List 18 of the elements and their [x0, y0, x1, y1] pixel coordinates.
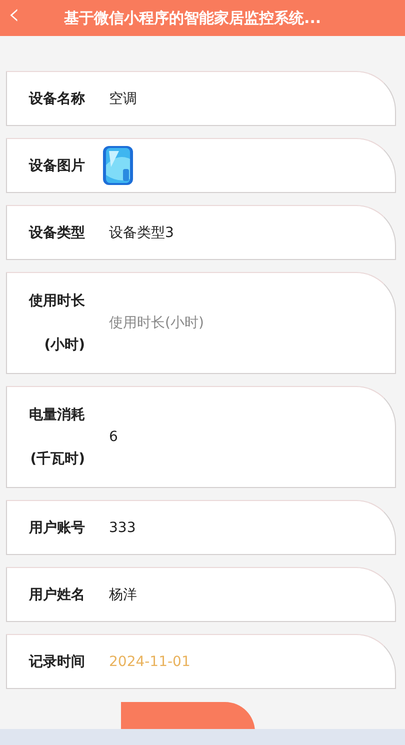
- field-label: 设备图片: [28, 156, 85, 176]
- field-label: 记录时间: [28, 652, 85, 672]
- field-value: 设备类型3: [109, 224, 174, 242]
- field-value: 杨洋: [109, 586, 137, 604]
- back-icon[interactable]: ‹: [0, 0, 38, 30]
- submit-button[interactable]: [121, 702, 255, 732]
- field-value: 6: [109, 429, 118, 445]
- date-value[interactable]: 2024-11-01: [109, 654, 190, 670]
- field-label: 用户姓名: [28, 586, 85, 604]
- field-label: 设备名称: [28, 90, 85, 108]
- input-field[interactable]: 使用时长(小时): [109, 315, 309, 331]
- field-value: 333: [109, 520, 136, 536]
- field-label: 设备类型: [28, 224, 85, 242]
- field-label: 电量消耗(千瓦时): [28, 406, 85, 469]
- page-title: 基于微信小程序的智能家居监控系统...: [64, 8, 322, 28]
- field-value: 空调: [109, 90, 137, 108]
- field-label: 用户账号: [28, 518, 85, 538]
- field-label: 使用时长(小时): [28, 292, 85, 355]
